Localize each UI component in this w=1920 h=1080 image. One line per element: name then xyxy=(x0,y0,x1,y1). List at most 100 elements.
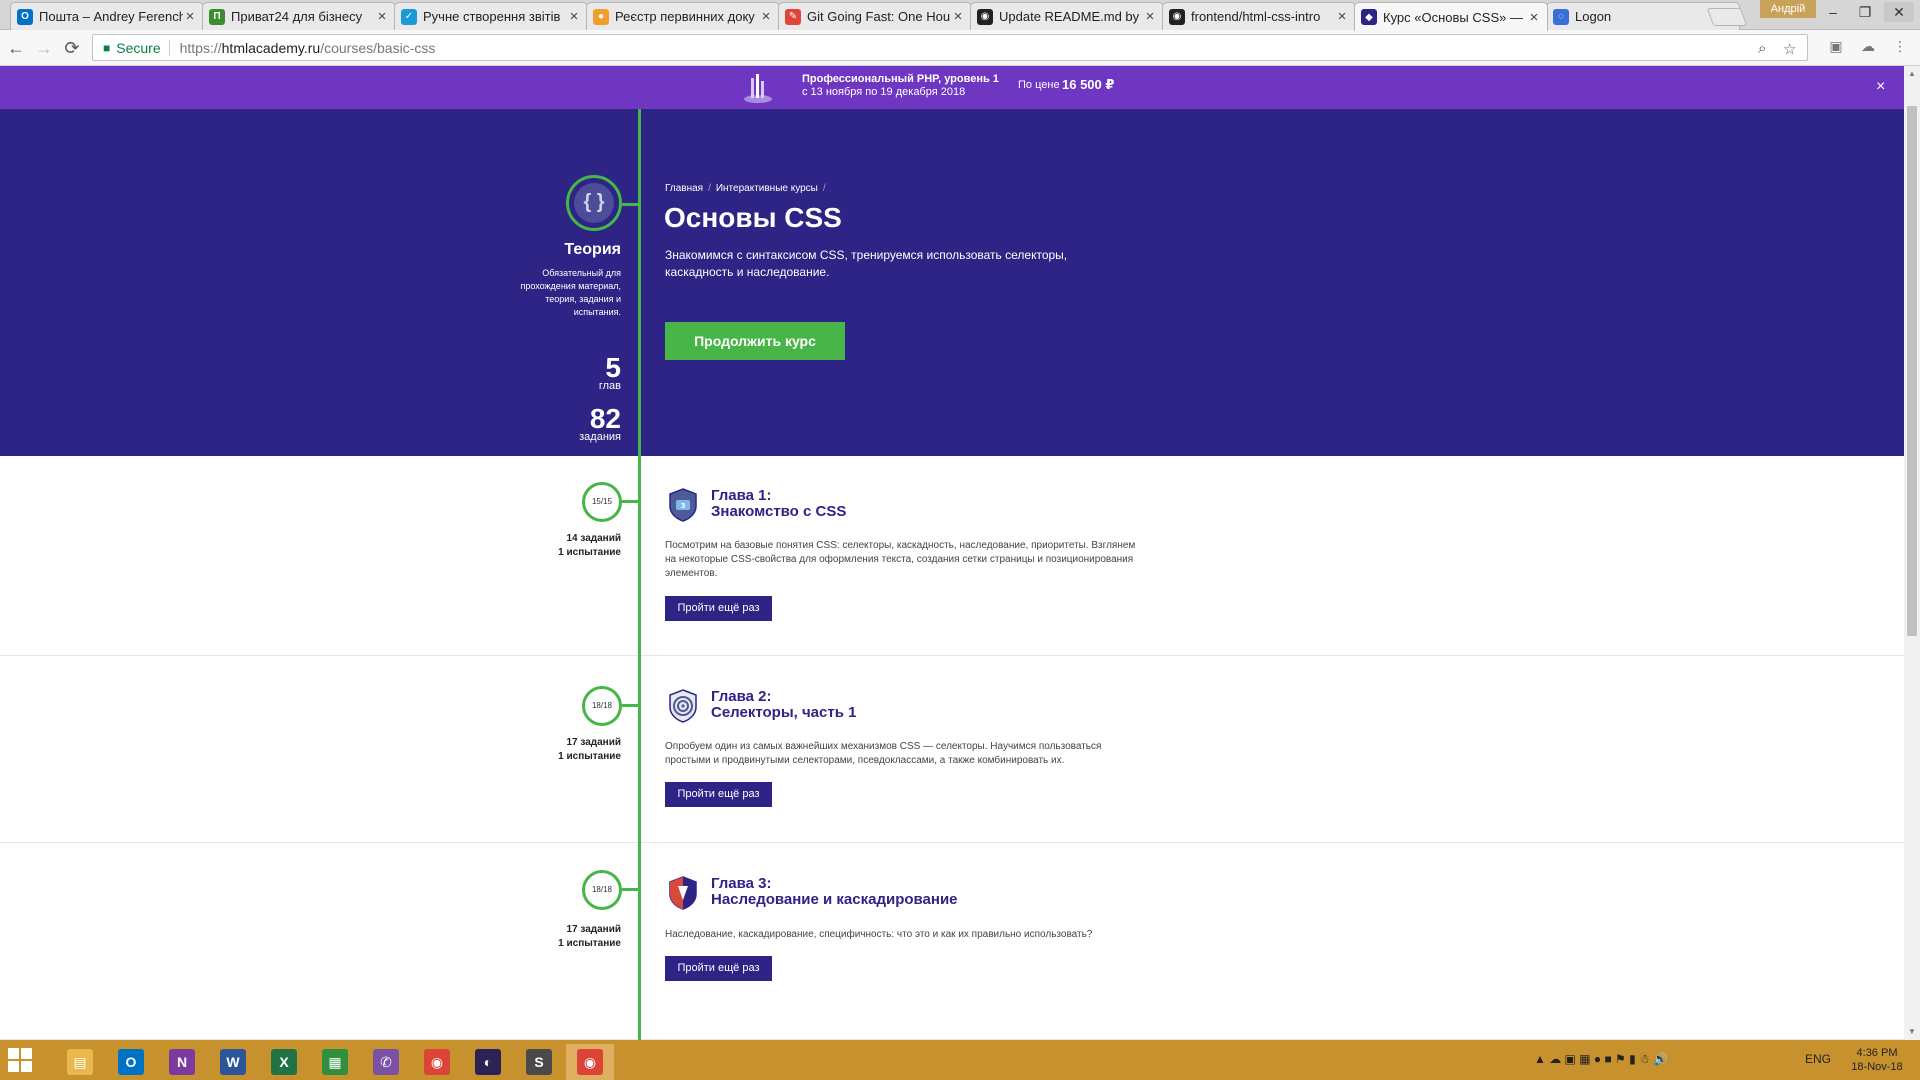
page-scrollbar[interactable]: ▲ ▼ xyxy=(1904,66,1920,1040)
tab-close-icon[interactable]: × xyxy=(183,8,197,25)
breadcrumb-home[interactable]: Главная xyxy=(665,183,703,194)
breadcrumb-separator: / xyxy=(708,183,711,194)
extension-icon[interactable]: ☁ xyxy=(1858,38,1878,58)
chapter-number: Глава 1: xyxy=(711,487,772,504)
stat-chapters: 5 глав xyxy=(500,352,621,392)
registry-icon: ● xyxy=(593,8,609,25)
page-viewport: Профессиональный PHP, уровень 1 с 13 ноя… xyxy=(0,66,1904,1040)
browser-tab[interactable]: ◉ Update README.md by × xyxy=(970,2,1164,30)
tab-close-icon[interactable]: × xyxy=(375,8,389,25)
tab-title: Курс «Основы CSS» — xyxy=(1383,9,1523,25)
stat-number: 82 xyxy=(589,403,621,434)
chapter-description: Наследование, каскадирование, специфично… xyxy=(665,929,1093,940)
browser-tab[interactable]: ✎ Git Going Fast: One Hou × xyxy=(778,2,972,30)
zoom-icon[interactable]: ⌕ xyxy=(1758,40,1766,57)
calculator-icon: ▦ xyxy=(322,1049,348,1075)
chapter-name: Селекторы, часть 1 xyxy=(711,704,857,721)
window-close-button[interactable]: ✕ xyxy=(1884,2,1914,22)
chapter-title: Глава 2: Селекторы, часть 1 xyxy=(711,689,856,721)
url-path: /courses/basic-css xyxy=(320,39,436,56)
promo-title: Профессиональный PHP, уровень 1 xyxy=(802,73,999,85)
tab-close-icon[interactable]: × xyxy=(567,8,581,25)
bookmark-star-icon[interactable]: ☆ xyxy=(1783,40,1796,58)
scroll-up-icon[interactable]: ▲ xyxy=(1904,66,1920,82)
continue-course-button[interactable]: Продолжить курс xyxy=(665,322,845,360)
chapter-stats: 17 заданий 1 испытание xyxy=(500,736,621,764)
browser-tab[interactable]: ● Реєстр первинних доку × xyxy=(586,2,780,30)
tab-close-icon[interactable]: × xyxy=(951,8,965,25)
browser-tab[interactable]: ◉ frontend/html-css-intro × xyxy=(1162,2,1356,30)
retake-chapter-button[interactable]: Пройти ещё раз xyxy=(665,596,772,621)
chapter-stats: 17 заданий 1 испытание xyxy=(500,923,621,951)
retake-chapter-button[interactable]: Пройти ещё раз xyxy=(665,956,772,981)
chapter-number: Глава 2: xyxy=(711,688,772,705)
chrome-active-icon: ◉ xyxy=(577,1049,603,1075)
taskbar-app[interactable]: S xyxy=(515,1044,563,1080)
browser-toolbar: ← → ⟳ ■ Secure https://htmlacademy.ru/co… xyxy=(0,30,1920,66)
timeline-connector xyxy=(622,500,638,503)
viber-icon: ✆ xyxy=(373,1049,399,1075)
clock-date: 18-Nov-18 xyxy=(1851,1061,1903,1073)
windows-start-icon[interactable] xyxy=(8,1048,32,1072)
stat-number: 5 xyxy=(605,352,621,383)
browser-tab[interactable]: ✓ Ручне створення звітів × xyxy=(394,2,588,30)
taskbar-app[interactable]: ▦ xyxy=(311,1044,359,1080)
tab-close-icon[interactable]: × xyxy=(1143,8,1157,25)
taskbar-app[interactable]: ◉ xyxy=(566,1044,614,1080)
system-clock[interactable]: 4:36 PM 18-Nov-18 xyxy=(1846,1046,1908,1074)
back-button[interactable]: ← xyxy=(6,38,26,58)
tab-title: Ручне створення звітів xyxy=(423,9,561,24)
forward-button[interactable]: → xyxy=(34,38,54,58)
browser-tab[interactable]: ◆ Курс «Основы CSS» — × xyxy=(1354,2,1548,31)
tab-close-icon[interactable]: × xyxy=(1335,8,1349,25)
file-explorer-icon: ▤ xyxy=(67,1049,93,1075)
promo-price-label: По цене xyxy=(1018,79,1060,91)
address-bar[interactable]: ■ Secure https://htmlacademy.ru/courses/… xyxy=(92,34,1808,61)
check-icon: ✓ xyxy=(401,8,417,25)
tray-icons[interactable]: ▲ ☁ ▣ ▦ ● ■ ⚑ ▮ ☃ 🔊 xyxy=(1534,1052,1668,1066)
theory-description: Обязательный для прохождения материал, т… xyxy=(520,268,621,317)
close-icon[interactable]: × xyxy=(1876,78,1885,96)
browser-tab-strip: O Пошта – Andrey Ferench × П Приват24 для бі… xyxy=(0,0,1920,31)
tab-title: Logon xyxy=(1575,9,1612,24)
taskbar-app[interactable]: ◐ xyxy=(464,1044,512,1080)
svg-text:3: 3 xyxy=(681,502,686,510)
taskbar-app[interactable]: O xyxy=(107,1044,155,1080)
taskbar-app[interactable]: X xyxy=(260,1044,308,1080)
outlook-icon: O xyxy=(17,8,33,25)
scroll-down-icon[interactable]: ▼ xyxy=(1904,1024,1920,1040)
chapter-progress-badge: 18/18 xyxy=(582,870,622,910)
tab-title: Update README.md by xyxy=(999,9,1140,24)
new-tab-button[interactable] xyxy=(1706,8,1748,26)
retake-chapter-button[interactable]: Пройти ещё раз xyxy=(665,782,772,807)
logon-icon: ◌ xyxy=(1553,8,1569,25)
page-title: Основы CSS xyxy=(664,202,842,233)
course-timeline xyxy=(638,109,641,1040)
profile-button[interactable]: Андрій xyxy=(1760,0,1816,18)
breadcrumb: Главная / Интерактивные курсы / xyxy=(665,183,831,194)
extension-icon[interactable]: ▣ xyxy=(1826,38,1846,58)
taskbar-app[interactable]: W xyxy=(209,1044,257,1080)
menu-icon[interactable]: ⋮ xyxy=(1890,38,1910,58)
url-host: htmlacademy.ru xyxy=(221,39,321,56)
taskbar-app[interactable]: ◉ xyxy=(413,1044,461,1080)
reload-button[interactable]: ⟳ xyxy=(62,38,82,58)
language-indicator[interactable]: ENG xyxy=(1805,1052,1831,1066)
chapter-description: Опробуем один из самых важнейших механиз… xyxy=(665,741,1102,766)
clock-time: 4:36 PM xyxy=(1856,1047,1898,1059)
taskbar-app[interactable]: ▤ xyxy=(56,1044,104,1080)
taskbar-app[interactable]: ✆ xyxy=(362,1044,410,1080)
tab-close-icon[interactable]: × xyxy=(759,8,773,25)
browser-tab[interactable]: O Пошта – Andrey Ferench × xyxy=(10,2,204,30)
maximize-button[interactable]: ❐ xyxy=(1850,2,1880,22)
chapter-card: 15/15 14 заданий 1 испытание 3 Глава 1: … xyxy=(0,456,1904,656)
taskbar-app[interactable]: N xyxy=(158,1044,206,1080)
browser-tab[interactable]: П Приват24 для бізнесу × xyxy=(202,2,396,30)
tab-close-icon[interactable]: × xyxy=(1527,9,1541,26)
minimize-button[interactable]: – xyxy=(1818,2,1848,22)
chapter-trial-count: 1 испытание xyxy=(558,547,621,558)
chapter-description: Посмотрим на базовые понятия CSS: селект… xyxy=(665,540,1136,579)
scroll-thumb[interactable] xyxy=(1907,106,1917,636)
breadcrumb-courses[interactable]: Интерактивные курсы xyxy=(716,183,818,194)
promo-banner[interactable]: Профессиональный PHP, уровень 1 с 13 ноя… xyxy=(0,66,1904,109)
